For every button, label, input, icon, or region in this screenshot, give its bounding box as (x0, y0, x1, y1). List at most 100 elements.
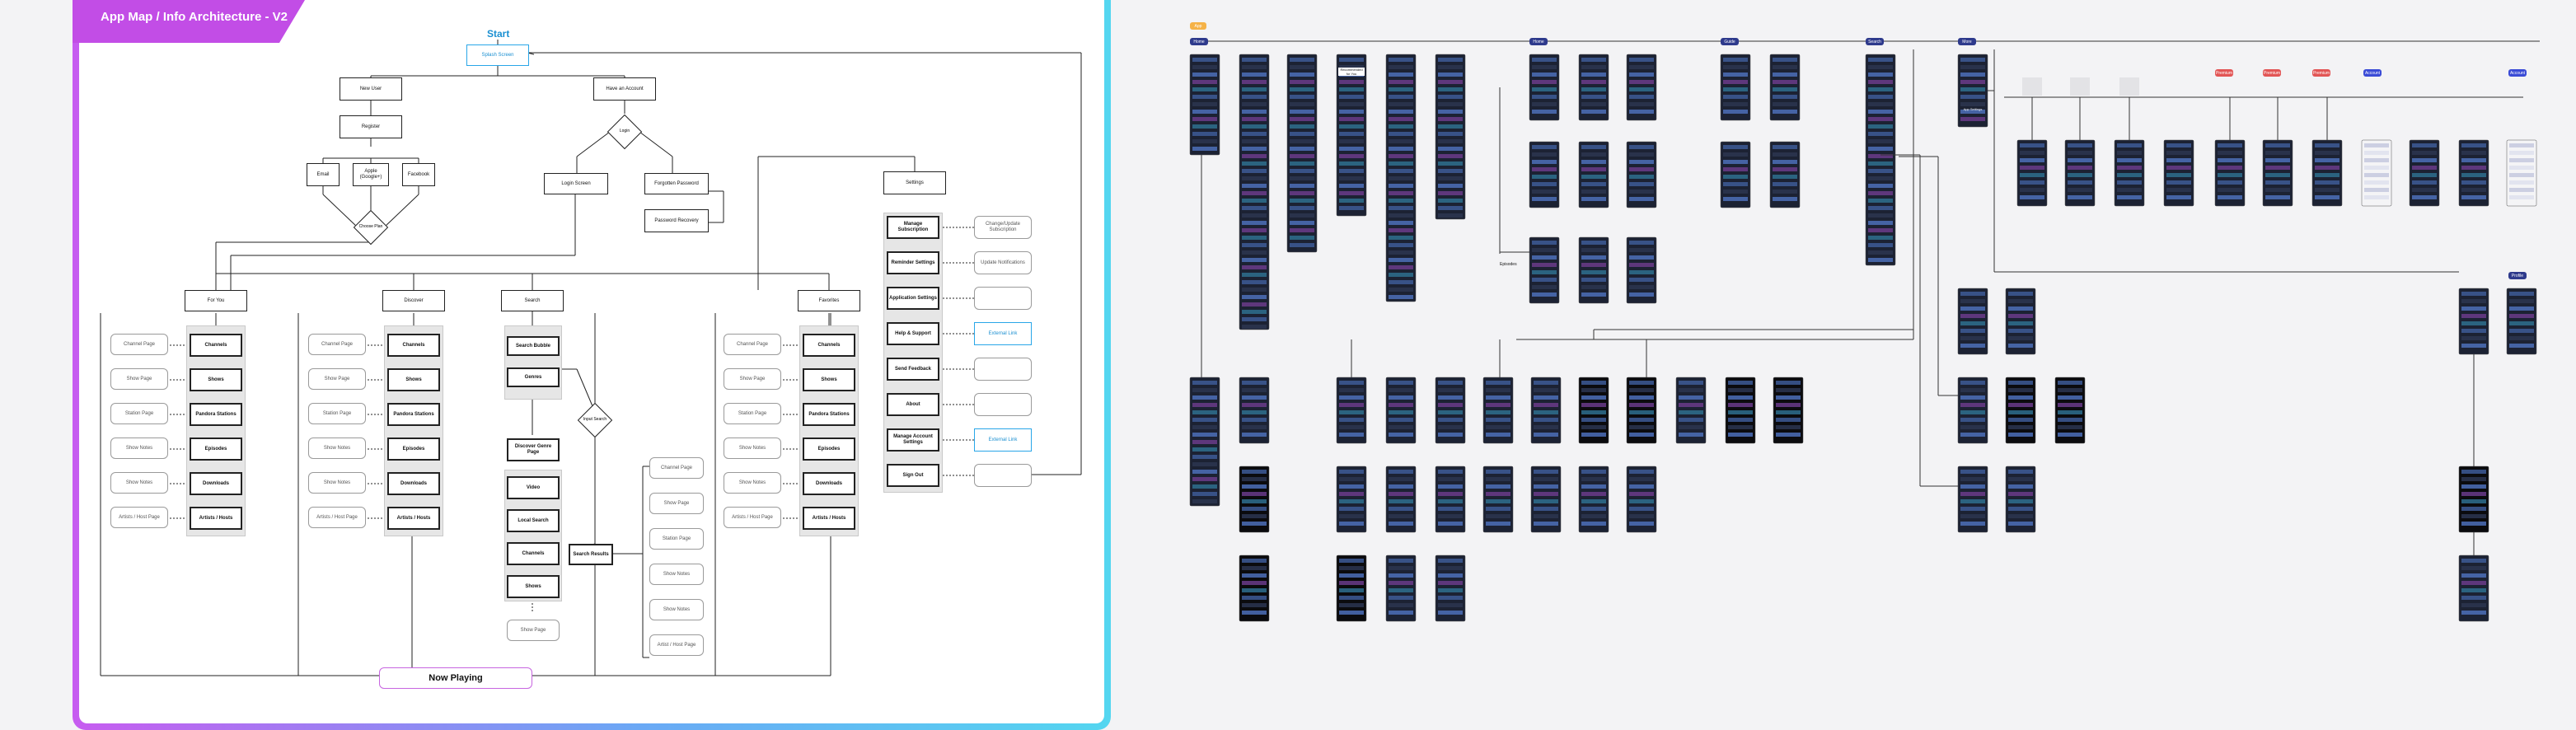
app-screen[interactable] (2409, 139, 2440, 207)
screen-content-block (1723, 182, 1748, 186)
app-screen[interactable] (1957, 54, 1988, 128)
app-screen[interactable] (2311, 139, 2343, 207)
app-screen[interactable] (1675, 377, 1707, 444)
screen-content-block (1629, 522, 1654, 526)
screen-content-block (1192, 492, 1217, 496)
app-screen[interactable] (1578, 54, 1609, 121)
app-screen[interactable] (2114, 139, 2145, 207)
app-screen[interactable] (1189, 54, 1220, 156)
app-screen[interactable] (1435, 54, 1466, 220)
screen-content-block (1773, 73, 1797, 77)
screen-content-block (2509, 344, 2534, 348)
app-screen[interactable] (1957, 288, 1988, 355)
screen-content-block (1192, 447, 1217, 452)
app-screen[interactable] (1239, 555, 1270, 622)
screen-content-block (1581, 484, 1606, 489)
app-screen[interactable] (1773, 377, 1804, 444)
app-screen[interactable] (2005, 288, 2036, 355)
app-screen[interactable] (1336, 466, 1367, 533)
screen-content-block (1868, 110, 1893, 114)
screen-content-block (1242, 514, 1267, 518)
app-screen[interactable] (1530, 377, 1562, 444)
app-screen[interactable] (1385, 466, 1417, 533)
app-screen[interactable] (2361, 139, 2392, 207)
app-screen[interactable] (1482, 466, 1514, 533)
app-screen[interactable] (1626, 236, 1657, 304)
screen-content-block (1723, 145, 1748, 149)
screen-content-block (1242, 611, 1267, 615)
app-screen[interactable] (2005, 466, 2036, 533)
app-screen[interactable] (2214, 139, 2246, 207)
app-screen[interactable] (1578, 377, 1609, 444)
app-screen[interactable] (1385, 54, 1417, 302)
screen-content-block (1776, 388, 1801, 392)
app-screen[interactable] (1865, 54, 1896, 266)
app-screen[interactable] (1435, 555, 1466, 622)
app-screen[interactable] (1385, 377, 1417, 444)
app-screen[interactable] (2458, 288, 2489, 355)
app-screen[interactable] (1769, 141, 1801, 208)
screen-content-block (1290, 58, 1314, 62)
app-screen[interactable] (1336, 555, 1367, 622)
app-screen[interactable] (1578, 236, 1609, 304)
app-screen[interactable] (1482, 377, 1514, 444)
app-screen[interactable] (1720, 54, 1751, 121)
screen-content-block (1242, 102, 1267, 106)
app-screen[interactable] (1529, 141, 1560, 208)
screen-content-block (1242, 110, 1267, 114)
app-screen[interactable] (1720, 141, 1751, 208)
screen-content-block (1532, 102, 1557, 106)
app-screen[interactable] (1336, 377, 1367, 444)
app-screen[interactable] (1769, 54, 1801, 121)
app-screen[interactable] (1578, 466, 1609, 533)
app-screen[interactable] (1957, 377, 1988, 444)
app-screen[interactable] (2458, 139, 2489, 207)
screen-content-block (1192, 418, 1217, 422)
app-screen[interactable] (1626, 466, 1657, 533)
app-screen[interactable] (2163, 139, 2194, 207)
screen-content-block (2218, 158, 2242, 162)
app-screen[interactable] (2054, 377, 2086, 444)
screen-content-block (1868, 206, 1893, 210)
app-screen[interactable] (1626, 141, 1657, 208)
app-screen[interactable] (2262, 139, 2293, 207)
screen-content-block (2461, 143, 2486, 147)
app-screen[interactable] (1239, 466, 1270, 533)
app-screen[interactable] (2016, 139, 2048, 207)
screen-content-block (2218, 151, 2242, 155)
app-screen[interactable] (2458, 466, 2489, 533)
app-screen[interactable] (1725, 377, 1756, 444)
app-screen[interactable] (1957, 466, 1988, 533)
app-screen[interactable] (2506, 139, 2537, 207)
screen-content-block (1534, 410, 1558, 414)
app-screen[interactable] (1578, 141, 1609, 208)
screen-content-block (1581, 241, 1606, 245)
screen-content-block (1532, 152, 1557, 157)
app-screen[interactable] (1189, 377, 1220, 507)
app-screen[interactable] (1286, 54, 1318, 253)
app-screen[interactable] (1626, 377, 1657, 444)
app-screen[interactable] (2458, 555, 2489, 622)
screen-content-block (2315, 151, 2339, 155)
app-screen[interactable] (1626, 54, 1657, 121)
app-screen[interactable] (1435, 377, 1466, 444)
app-screen[interactable] (2506, 288, 2537, 355)
screen-content-block (1868, 258, 1893, 262)
screen-content-block (1728, 418, 1753, 422)
app-screen[interactable] (1435, 466, 1466, 533)
app-screen[interactable] (1239, 54, 1270, 330)
screen-content-block (1389, 477, 1413, 481)
screen-content-block (1532, 87, 1557, 91)
screen-content-block (1389, 381, 1413, 385)
screen-content-block (1389, 522, 1413, 526)
app-screen[interactable] (1336, 54, 1367, 217)
app-screen[interactable] (2005, 377, 2036, 444)
app-screen[interactable] (1530, 466, 1562, 533)
screen-content-block (1581, 381, 1606, 385)
app-screen[interactable] (2064, 139, 2096, 207)
app-screen[interactable] (1529, 54, 1560, 121)
app-screen[interactable] (1239, 377, 1270, 444)
app-screen[interactable] (1385, 555, 1417, 622)
app-screen[interactable] (1529, 236, 1560, 304)
screen-content-block (1960, 418, 1985, 422)
